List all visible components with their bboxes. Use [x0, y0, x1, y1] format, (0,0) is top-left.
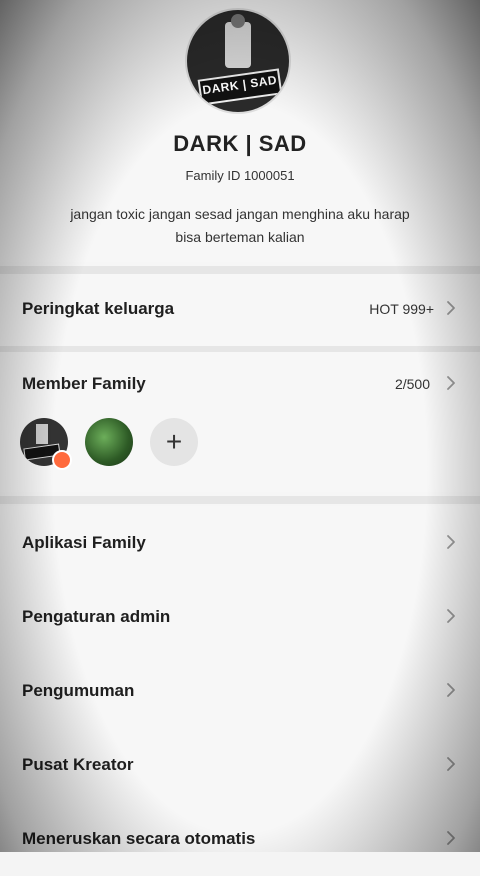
family-avatar[interactable]: DARK | SAD — [187, 10, 289, 112]
menu-item-label: Pengumuman — [22, 681, 135, 700]
avatar-logo: DARK | SAD — [197, 68, 283, 106]
add-member-button[interactable]: + — [150, 418, 198, 466]
menu-item-meneruskan-otomatis[interactable]: Meneruskan secara otomatis — [0, 802, 480, 876]
menu-item-pengumuman[interactable]: Pengumuman — [0, 654, 480, 728]
menu-item-pusat-kreator[interactable]: Pusat Kreator — [0, 728, 480, 802]
chevron-right-icon — [446, 607, 456, 625]
member-avatar[interactable] — [85, 418, 133, 466]
menu-list: Aplikasi Family Pengaturan admin Pengumu… — [0, 506, 480, 852]
chevron-right-icon — [446, 533, 456, 551]
divider — [0, 266, 480, 274]
chevron-right-icon — [446, 299, 456, 317]
avatar-figure — [36, 424, 48, 444]
ranking-value: HOT 999+ — [369, 301, 434, 317]
menu-item-pengaturan-admin[interactable]: Pengaturan admin — [0, 580, 480, 654]
family-header: DARK | SAD DARK | SAD Family ID 1000051 … — [0, 0, 480, 262]
chevron-right-icon[interactable] — [446, 374, 456, 392]
menu-item-label: Pengaturan admin — [22, 607, 171, 626]
family-description: jangan toxic jangan sesad jangan menghin… — [70, 206, 410, 245]
menu-item-aplikasi-family[interactable]: Aplikasi Family — [0, 506, 480, 580]
family-id: Family ID 1000051 — [185, 168, 295, 183]
avatar-figure — [225, 14, 251, 68]
member-count: 2/500 — [394, 376, 430, 392]
family-title: DARK | SAD — [173, 131, 307, 156]
ranking-row[interactable]: Peringkat keluarga HOT 999+ — [0, 274, 480, 346]
menu-item-label: Aplikasi Family — [22, 533, 146, 552]
member-family-label: Member Family — [22, 374, 146, 393]
menu-item-label: Pusat Kreator — [22, 755, 134, 774]
chevron-right-icon — [446, 681, 456, 699]
plus-icon: + — [165, 426, 183, 457]
owner-badge-icon — [52, 450, 72, 470]
chevron-right-icon — [446, 829, 456, 847]
ranking-label: Peringkat keluarga — [22, 299, 175, 318]
chevron-right-icon — [446, 755, 456, 773]
menu-item-label: Meneruskan secara otomatis — [22, 829, 256, 848]
family-page: DARK | SAD DARK | SAD Family ID 1000051 … — [0, 0, 480, 852]
divider — [0, 496, 480, 504]
member-section: Member Family 2/500 + — [0, 352, 480, 492]
